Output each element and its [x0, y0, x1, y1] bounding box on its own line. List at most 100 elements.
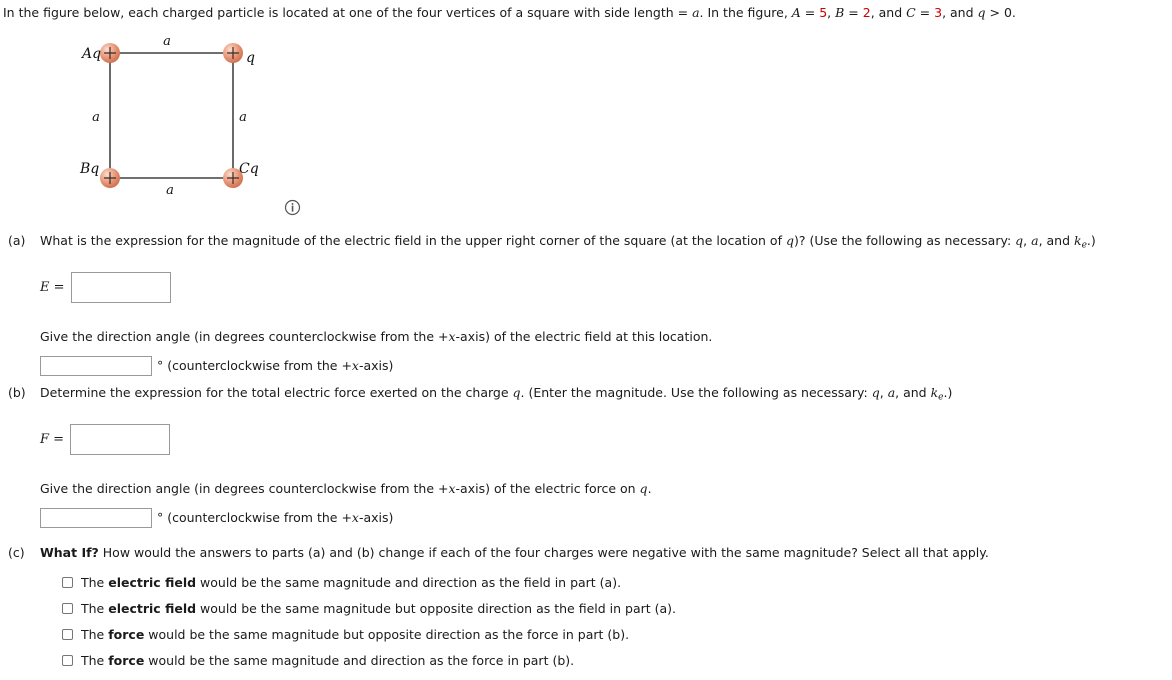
electric-force-magnitude-input[interactable]: [70, 423, 171, 455]
part-a-direction-text-1: Give the direction angle (in degrees cou…: [40, 328, 449, 344]
part-a-direction-prompt: Give the direction angle (in degrees cou…: [40, 328, 1170, 345]
option-row[interactable]: The force would be the same magnitude bu…: [62, 626, 1170, 643]
part-c-what-if: What If?: [40, 545, 99, 560]
part-a-question-text-1: What is the expression for the magnitude…: [40, 233, 786, 248]
part-b-question-text-1: Determine the expression for the total e…: [40, 385, 513, 400]
option-label-3: The force would be the same magnitude bu…: [81, 626, 629, 643]
part-a-answer-label: E =: [40, 279, 65, 295]
part-a-question-q: q: [785, 233, 794, 248]
part-b-question-tail: .): [943, 385, 953, 400]
problem-intro-text: In the figure below, each charged partic…: [3, 5, 1168, 21]
intro-A-equals: =: [800, 5, 820, 20]
svg-text:a: a: [163, 34, 171, 49]
part-c-question-text: How would the answers to parts (a) and (…: [98, 545, 989, 560]
part-b-question-text-2: . (Enter the magnitude. Use the followin…: [520, 385, 872, 400]
part-c-label: (c): [8, 545, 25, 560]
option-text-emphasis: force: [108, 627, 145, 642]
part-b-angle-unit-2: -axis): [358, 510, 394, 526]
intro-side-symbol: a: [692, 5, 700, 20]
electric-field-angle-input[interactable]: [40, 355, 152, 376]
option-text-post: would be the same magnitude but opposite…: [196, 601, 677, 616]
part-b-var-q: q: [871, 385, 880, 400]
checkbox-1[interactable]: [62, 577, 73, 588]
intro-B-value: 2: [862, 5, 871, 20]
option-text-pre: The: [81, 627, 109, 642]
intro-B-equals: =: [844, 5, 863, 20]
svg-text:Cq: Cq: [239, 161, 259, 177]
option-row[interactable]: The electric field would be the same mag…: [62, 574, 1170, 591]
option-text-emphasis: electric field: [108, 575, 197, 590]
part-b-direction-q: q: [639, 480, 648, 496]
part-a-angle-unit: ° (counterclockwise from the +x-axis): [157, 357, 393, 374]
option-row[interactable]: The electric field would be the same mag…: [62, 600, 1170, 617]
part-a-question: What is the expression for the magnitude…: [40, 232, 1170, 255]
part-b-angle-unit-x: x: [351, 510, 359, 526]
part-a-angle-unit-2: -axis): [358, 358, 394, 374]
svg-text:a: a: [166, 183, 174, 198]
part-a-var-q: q: [1015, 233, 1024, 248]
part-b-var-sep-1: ,: [879, 385, 888, 400]
part-a-var-k: k: [1074, 233, 1082, 248]
intro-C-equals: =: [915, 5, 935, 20]
option-label-2: The electric field would be the same mag…: [81, 600, 676, 617]
part-b-direction-text-1: Give the direction angle (in degrees cou…: [40, 480, 449, 496]
intro-condition: > 0.: [985, 5, 1016, 20]
part-b-question: Determine the expression for the total e…: [40, 384, 1170, 407]
part-a-direction-text-2: -axis) of the electric field at this loc…: [455, 328, 713, 344]
part-b-label: (b): [8, 385, 26, 400]
intro-C-value: 3: [934, 5, 943, 20]
option-text-pre: The: [81, 575, 109, 590]
intro-tail: , and: [942, 5, 978, 20]
option-text-pre: The: [81, 601, 109, 616]
option-row[interactable]: The force would be the same magnitude an…: [62, 652, 1170, 669]
info-icon[interactable]: [284, 199, 301, 216]
part-a-question-tail: .): [1086, 233, 1096, 248]
intro-q-symbol: q: [977, 5, 986, 20]
intro-C-symbol: C: [906, 5, 916, 20]
svg-text:Bq: Bq: [79, 161, 99, 177]
part-b-answer-label: F =: [40, 431, 65, 447]
intro-A-symbol: A: [791, 5, 801, 20]
part-a-var-a: a: [1031, 233, 1039, 248]
part-a-var-sep-2: , and: [1038, 233, 1075, 248]
part-a-var-sep-1: ,: [1023, 233, 1032, 248]
intro-A-value: 5: [819, 5, 828, 20]
electric-force-angle-input[interactable]: [40, 507, 152, 528]
option-text-post: would be the same magnitude and directio…: [144, 653, 575, 668]
intro-sep-2: , and: [870, 5, 907, 20]
part-b-direction-x: x: [448, 480, 456, 496]
checkbox-3[interactable]: [62, 629, 73, 640]
option-text-emphasis: force: [108, 653, 145, 668]
option-text-post: would be the same magnitude and directio…: [196, 575, 622, 590]
option-text-post: would be the same magnitude but opposite…: [144, 627, 630, 642]
part-a-direction-x: x: [448, 328, 456, 344]
square-charge-figure: Aq q Bq Cq a a a a: [70, 32, 320, 222]
part-a-angle-unit-1: ° (counterclockwise from the +: [157, 358, 352, 374]
electric-field-magnitude-input[interactable]: [70, 271, 171, 303]
option-label-1: The electric field would be the same mag…: [81, 574, 621, 591]
option-text-emphasis: electric field: [108, 601, 197, 616]
intro-sep-1: ,: [827, 5, 836, 20]
part-b-question-q: q: [512, 385, 521, 400]
part-b-direction-text-2: -axis) of the electric force on: [455, 480, 640, 496]
part-b-direction-text-3: .: [647, 480, 652, 496]
svg-text:Aq: Aq: [80, 46, 101, 62]
part-b-direction-prompt: Give the direction angle (in degrees cou…: [40, 480, 1170, 497]
intro-text-2: . In the figure,: [699, 5, 792, 20]
svg-text:a: a: [239, 110, 247, 125]
svg-text:a: a: [92, 110, 100, 125]
checkbox-4[interactable]: [62, 655, 73, 666]
intro-B-symbol: B: [835, 5, 845, 20]
option-text-pre: The: [81, 653, 109, 668]
part-b-var-sep-2: , and: [895, 385, 931, 400]
part-a-angle-unit-x: x: [351, 358, 359, 374]
intro-text-1: In the figure below, each charged partic…: [3, 5, 693, 20]
option-label-4: The force would be the same magnitude an…: [81, 652, 574, 669]
part-a-question-text-2: )? (Use the following as necessary:: [793, 233, 1016, 248]
part-b-angle-unit-1: ° (counterclockwise from the +: [157, 510, 352, 526]
part-c-options-list: The electric field would be the same mag…: [62, 574, 1170, 669]
part-a-label: (a): [8, 233, 26, 248]
checkbox-2[interactable]: [62, 603, 73, 614]
svg-text:q: q: [246, 50, 255, 66]
part-c-question: What If? How would the answers to parts …: [40, 544, 1170, 561]
